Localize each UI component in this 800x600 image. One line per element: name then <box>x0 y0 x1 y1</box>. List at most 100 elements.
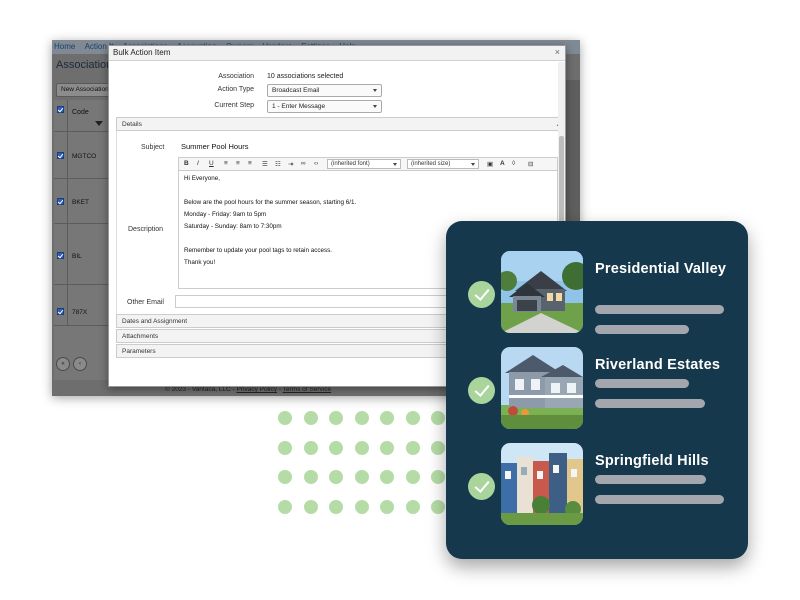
fill-color-icon[interactable]: ◊ <box>512 160 515 167</box>
decorative-dot <box>405 470 420 484</box>
association-name: Springfield Hills <box>595 453 709 469</box>
decorative-dot <box>278 470 292 484</box>
current-step-label: Current Step <box>214 102 254 109</box>
action-type-label: Action Type <box>217 86 254 93</box>
code-column-header[interactable]: Code <box>72 109 89 116</box>
dialog-title: Bulk Action Item <box>113 48 171 57</box>
current-step-value: 1 - Enter Message <box>272 103 326 110</box>
details-section-header[interactable]: Details <box>116 117 565 131</box>
house-photo <box>501 347 583 429</box>
new-association-button[interactable]: New Association <box>56 83 112 97</box>
font-family-value: (inherited font) <box>331 161 370 167</box>
current-step-row: Current Step 1 - Enter Message <box>109 100 559 113</box>
check-icon <box>468 377 495 404</box>
decorative-dot <box>329 411 343 425</box>
association-item[interactable]: Riverland Estates <box>446 347 748 429</box>
subject-input[interactable]: Summer Pool Hours <box>177 140 557 151</box>
current-step-select[interactable]: 1 - Enter Message <box>267 100 382 113</box>
select-all-checkbox[interactable] <box>57 106 64 113</box>
chevron-down-icon <box>373 105 377 108</box>
other-email-label: Other Email <box>127 299 164 306</box>
row-code: 787X <box>72 309 88 316</box>
decorative-dot <box>329 470 343 484</box>
bullet-list-icon[interactable]: ☰ <box>262 160 268 168</box>
table-row[interactable]: 787X <box>54 286 108 326</box>
decorative-dot <box>431 470 445 484</box>
table-row[interactable]: BKET <box>54 180 108 224</box>
footer: © 2023 - Vantaca, LLC - Privacy Policy -… <box>165 386 331 393</box>
filter-icon[interactable] <box>95 121 103 126</box>
association-label: Association <box>218 73 254 80</box>
font-size-value: (inherited size) <box>411 161 451 167</box>
prev-page-button[interactable]: ‹ <box>73 357 87 371</box>
placeholder-bar <box>595 475 706 484</box>
image-icon[interactable]: ▣ <box>487 160 493 168</box>
house-photo <box>501 251 583 333</box>
decorative-dot <box>405 411 420 425</box>
underline-icon[interactable]: U <box>209 160 214 167</box>
code-view-icon[interactable]: ‹› <box>314 160 318 167</box>
decorative-dot <box>303 440 318 455</box>
row-code: BIL <box>72 253 82 260</box>
align-center-icon[interactable]: ≡ <box>236 160 240 167</box>
message-line: Below are the pool hours for the summer … <box>184 199 357 206</box>
nav-item-home[interactable]: Home <box>54 42 75 51</box>
decorative-dot <box>431 440 445 455</box>
association-item[interactable]: Presidential Valley <box>446 251 748 334</box>
decorative-dot <box>380 440 394 455</box>
indent-icon[interactable]: ⇥ <box>288 160 293 168</box>
decorative-dot <box>405 440 420 455</box>
pager: «‹ <box>56 352 90 371</box>
close-icon[interactable]: × <box>555 47 560 57</box>
font-size-select[interactable]: (inherited size) <box>407 159 479 169</box>
dates-assignment-label: Dates and Assignment <box>122 318 188 325</box>
row-checkbox[interactable] <box>57 308 64 315</box>
action-type-select[interactable]: Broadcast Email <box>267 84 382 97</box>
bold-icon[interactable]: B <box>184 160 189 167</box>
association-value: 10 associations selected <box>267 73 344 80</box>
marketing-composite: Home Action It Associations Accounting O… <box>0 0 800 600</box>
chevron-down-icon <box>393 163 397 166</box>
privacy-policy-link[interactable]: Privacy Policy <box>237 386 277 393</box>
terms-of-service-link[interactable]: Terms of Service <box>283 386 331 393</box>
link-icon[interactable]: ∞ <box>301 160 306 167</box>
message-line: Thank you! <box>184 259 216 266</box>
description-label: Description <box>128 226 164 233</box>
first-page-button[interactable]: « <box>56 357 70 371</box>
row-code: MGTCO <box>72 153 97 160</box>
placeholder-bar <box>595 325 689 334</box>
align-right-icon[interactable]: ≡ <box>248 160 252 167</box>
clear-format-icon[interactable]: ⊟ <box>528 160 533 168</box>
dialog-titlebar: Bulk Action Item × <box>109 46 565 61</box>
row-checkbox[interactable] <box>57 252 64 259</box>
association-item[interactable]: Springfield Hills <box>446 443 748 525</box>
decorative-dot <box>303 411 318 425</box>
chevron-down-icon <box>373 89 377 92</box>
font-family-select[interactable]: (inherited font) <box>327 159 401 169</box>
subject-label: Subject <box>141 144 165 151</box>
table-row[interactable]: MGTCO <box>54 133 108 179</box>
grid-header: Code <box>54 100 108 132</box>
placeholder-bar <box>595 495 724 504</box>
action-type-row: Action Type Broadcast Email <box>109 84 559 97</box>
decorative-dot <box>354 440 369 455</box>
message-line: Hi Everyone, <box>184 175 221 182</box>
attachments-label: Attachments <box>122 333 159 340</box>
numbered-list-icon[interactable]: ☷ <box>275 160 281 168</box>
decorative-dot <box>380 499 394 514</box>
association-row: Association 10 associations selected <box>109 71 559 83</box>
table-row[interactable]: BIL <box>54 225 108 285</box>
row-checkbox[interactable] <box>57 198 64 205</box>
message-line: Monday - Friday: 9am to 5pm <box>184 211 267 218</box>
message-line: Saturday - Sunday: 8am to 7:30pm <box>184 223 282 230</box>
placeholder-bar <box>595 379 689 388</box>
placeholder-bar <box>595 399 705 408</box>
decorative-dot <box>329 499 343 514</box>
row-checkbox[interactable] <box>57 152 64 159</box>
decorative-dot <box>431 499 445 514</box>
italic-icon[interactable]: I <box>197 160 199 167</box>
align-left-icon[interactable]: ≡ <box>224 160 228 167</box>
text-color-icon[interactable]: A <box>500 160 505 167</box>
house-photo <box>501 443 583 525</box>
decorative-dot <box>278 440 292 455</box>
